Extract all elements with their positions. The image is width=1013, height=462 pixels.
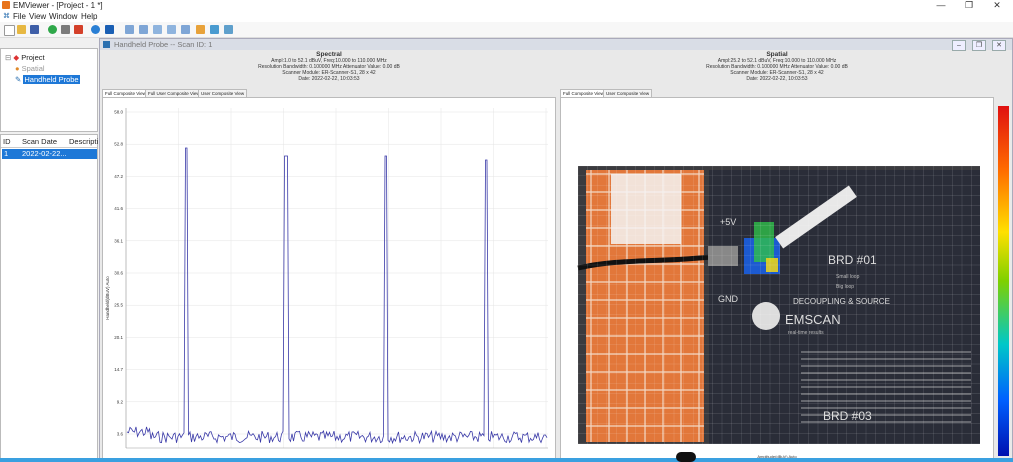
spectral-header: Spectral Ampl:1.0 to 52.1 dBuV, Freq:10.… <box>102 51 556 82</box>
spectral-info-line: Date: 2022-02-22, 10:03:53 <box>298 76 360 82</box>
doc-close-icon[interactable]: ✕ <box>992 40 1006 51</box>
tree-label: Handheld Probe <box>23 75 80 84</box>
tree-item-project[interactable]: ⊟ ◆ Project <box>5 53 45 62</box>
scan-icon[interactable] <box>91 25 100 34</box>
heatmap-hotspot <box>754 222 774 262</box>
pause-icon[interactable] <box>61 25 70 34</box>
view-1-icon[interactable] <box>125 25 134 34</box>
new-icon[interactable] <box>4 25 15 36</box>
brand-name: EMSCAN <box>785 312 841 327</box>
view-3-icon[interactable] <box>153 25 162 34</box>
white-grid-patch <box>611 174 681 244</box>
collapse-icon[interactable]: ⊟ <box>5 53 11 62</box>
spectral-tabs: Full Composite View Full User Composite … <box>102 89 302 98</box>
spectral-y-label: Handheld(dBuV) Auto <box>105 276 110 320</box>
heatmap-icon[interactable] <box>196 25 205 34</box>
y-tick-label: 47.2 <box>114 174 123 179</box>
y-tick-label: 41.6 <box>114 206 123 211</box>
restore-icon[interactable]: ❐ <box>958 0 980 11</box>
spatial-info-line: Date: 2022-02-22, 10:03:53 <box>746 76 808 82</box>
label-gnd: GND <box>718 294 739 304</box>
close-icon[interactable]: ✕ <box>986 0 1008 11</box>
spatial-plot[interactable]: +5V GND BRD #01 Small loop Big loop EMSC… <box>560 97 994 462</box>
header-divider <box>1 147 97 148</box>
menu-file[interactable]: File <box>13 11 26 22</box>
tree-label: Project <box>21 53 45 62</box>
label-brd3: BRD #03 <box>823 409 872 423</box>
menu-window[interactable]: Window <box>49 11 77 22</box>
view-2-icon[interactable] <box>139 25 148 34</box>
y-tick-label: 36.1 <box>114 238 123 243</box>
spectral-plot[interactable]: 58.0 52.8 47.2 41.6 36.1 30.6 25.5 20.1 14.7 9.2 3… <box>102 97 556 462</box>
y-tick-label: 52.8 <box>114 142 123 147</box>
taskbar-strip <box>0 458 1013 462</box>
menu-bar: ⌘ File View Window Help <box>0 11 1013 22</box>
table-row[interactable]: 1 2022-02-22... <box>2 149 97 159</box>
view-4-icon[interactable] <box>167 25 176 34</box>
menu-view[interactable]: View <box>29 11 46 22</box>
y-tick-label: 20.1 <box>114 335 123 340</box>
column-header-description[interactable]: Descripti <box>69 137 98 146</box>
document-title: Handheld Probe -- Scan ID: 1 <box>114 40 213 49</box>
zoom-icon[interactable] <box>105 25 114 34</box>
play-icon[interactable] <box>48 25 57 34</box>
tree-item-handheld-probe[interactable]: ✎ Handheld Probe <box>15 75 80 84</box>
color-scale-bar <box>998 106 1009 456</box>
save-icon[interactable] <box>30 25 39 34</box>
probe-icon: ✎ <box>15 75 22 84</box>
spatial-icon: ● <box>15 64 20 73</box>
doc-restore-icon[interactable]: ❐ <box>972 40 986 51</box>
scan-list: ID Scan Date Descripti 1 2022-02-22... <box>0 134 98 462</box>
toolbar <box>0 22 1013 38</box>
y-tick-label: 25.5 <box>114 303 123 308</box>
stop-icon[interactable] <box>74 25 83 34</box>
y-tick-label: 58.0 <box>114 110 123 115</box>
minimize-icon[interactable]: — <box>930 0 952 11</box>
app-menu-icon[interactable]: ⌘ <box>3 13 10 20</box>
y-tick-label: 3.6 <box>117 432 124 437</box>
spatial-image: +5V GND BRD #01 Small loop Big loop EMSC… <box>577 165 980 459</box>
brand-tagline: real-time results <box>788 330 824 336</box>
cell-id: 1 <box>4 149 9 158</box>
scroll-handle[interactable] <box>676 452 696 462</box>
document-icon <box>103 41 110 48</box>
pcb-board <box>709 170 980 444</box>
y-tick-label: 14.7 <box>114 367 123 372</box>
app-icon <box>2 1 10 9</box>
window-title: EMViewer - [Project - 1 *] <box>13 1 103 10</box>
title-bar: EMViewer - [Project - 1 *] — ❐ ✕ <box>0 0 1013 11</box>
column-header-id[interactable]: ID <box>3 137 11 146</box>
spatial-tabs: Full Composite View User Composite View <box>560 89 760 98</box>
project-tree: ⊟ ◆ Project ● Spatial ✎ Handheld Probe <box>0 48 98 132</box>
spatial-header: Spatial Ampl:25.2 to 52.1 dBuV, Freq:10.… <box>560 51 994 82</box>
tree-item-spatial[interactable]: ● Spatial <box>15 64 45 73</box>
spectral-chart: 58.0 52.8 47.2 41.6 36.1 30.6 25.5 20.1 14.7 9.2 3… <box>105 108 548 449</box>
emscan-logo-icon <box>752 302 780 330</box>
cell-date: 2022-02-22... <box>22 149 67 158</box>
y-tick-label: 30.6 <box>114 271 123 276</box>
column-header-scan-date[interactable]: Scan Date <box>22 137 57 146</box>
tree-label: Spatial <box>21 64 45 73</box>
grid-icon[interactable] <box>210 25 219 34</box>
doc-minimize-icon[interactable]: – <box>952 40 966 51</box>
spectral-trace <box>126 147 548 445</box>
y-tick-label: 9.2 <box>117 399 124 404</box>
menu-help[interactable]: Help <box>81 11 97 22</box>
document-title-bar: Handheld Probe -- Scan ID: 1 – ❐ ✕ <box>100 39 1012 51</box>
open-icon[interactable] <box>17 25 26 34</box>
view-5-icon[interactable] <box>181 25 190 34</box>
project-icon: ◆ <box>13 53 20 62</box>
usb-connector <box>708 246 738 266</box>
export-icon[interactable] <box>224 25 233 34</box>
